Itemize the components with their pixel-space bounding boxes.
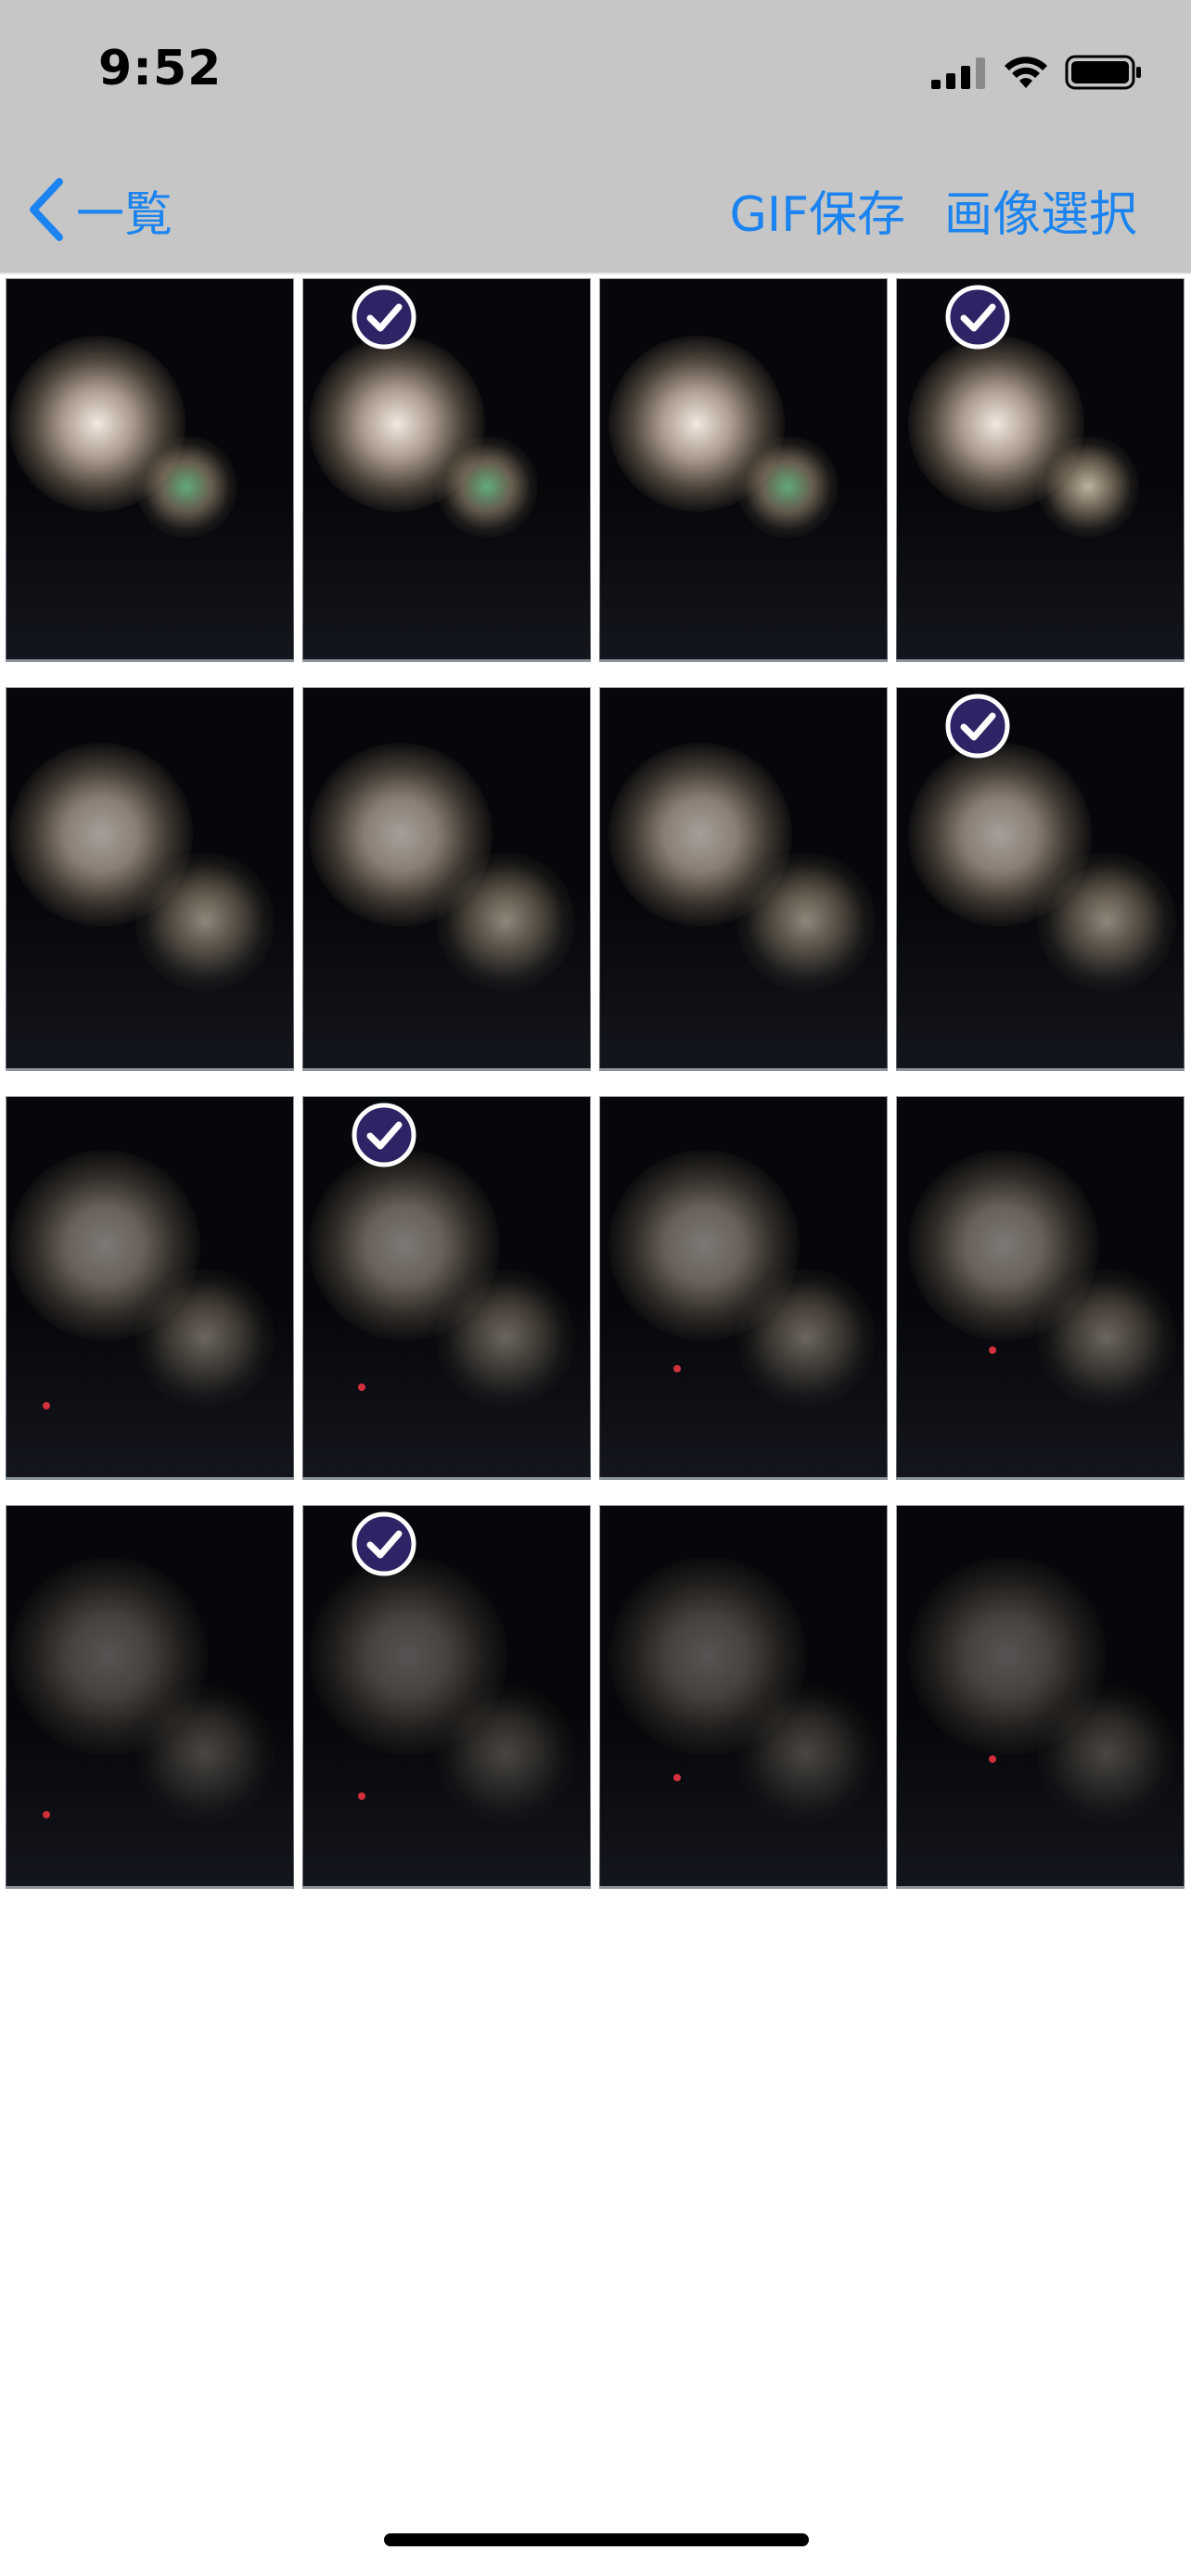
navigation-bar: 9:52 一覧 GIF保存 画像選択 <box>0 0 1191 273</box>
sky-gradient <box>302 1307 591 1480</box>
photo-thumbnail[interactable] <box>599 687 888 1071</box>
sky-gradient <box>599 1307 888 1480</box>
sky-gradient <box>302 898 591 1071</box>
photo-thumbnail[interactable] <box>302 687 591 1071</box>
red-spark <box>358 1384 365 1391</box>
photo-thumbnail[interactable] <box>896 1505 1185 1889</box>
photo-thumbnail[interactable] <box>599 1096 888 1480</box>
photo-thumbnail[interactable] <box>896 1096 1185 1480</box>
sky-gradient <box>896 898 1185 1071</box>
sky-gradient <box>6 1715 294 1889</box>
sky-gradient <box>599 898 888 1071</box>
photo-thumbnail[interactable] <box>6 278 294 662</box>
checkmark-icon <box>945 694 1010 759</box>
status-time: 9:52 <box>98 41 223 96</box>
select-images-button[interactable]: 画像選択 <box>944 175 1137 245</box>
red-spark <box>673 1365 681 1372</box>
sky-gradient <box>6 489 294 662</box>
photo-thumbnail[interactable] <box>6 1096 294 1480</box>
chevron-left-icon <box>30 178 63 241</box>
red-spark <box>989 1755 996 1763</box>
photo-thumbnail[interactable] <box>302 1096 591 1480</box>
sky-gradient <box>896 489 1185 662</box>
photo-thumbnail[interactable] <box>599 1505 888 1889</box>
sky-gradient <box>6 898 294 1071</box>
back-label: 一覧 <box>76 186 173 243</box>
checkmark-icon <box>352 285 416 350</box>
photo-thumbnail[interactable] <box>302 278 591 662</box>
red-spark <box>989 1346 996 1354</box>
back-button[interactable]: 一覧 <box>26 172 173 247</box>
red-spark <box>673 1774 681 1781</box>
sky-gradient <box>302 489 591 662</box>
photo-thumbnail[interactable] <box>6 687 294 1071</box>
red-spark <box>358 1792 365 1800</box>
checkmark-icon <box>352 1511 416 1576</box>
sky-gradient <box>6 1307 294 1480</box>
photo-thumbnail[interactable] <box>896 687 1185 1071</box>
photo-thumbnail[interactable] <box>896 278 1185 662</box>
nav-divider <box>0 273 1191 274</box>
sky-gradient <box>599 489 888 662</box>
cellular-signal-icon <box>931 57 985 89</box>
home-indicator[interactable] <box>384 2533 809 2546</box>
sky-gradient <box>896 1307 1185 1480</box>
checkmark-icon <box>945 285 1010 350</box>
red-spark <box>43 1811 50 1818</box>
photo-thumbnail[interactable] <box>6 1505 294 1889</box>
checkmark-icon <box>352 1103 416 1167</box>
sky-gradient <box>599 1715 888 1889</box>
status-icons <box>931 52 1143 93</box>
sky-gradient <box>302 1715 591 1889</box>
photo-thumbnail[interactable] <box>599 278 888 662</box>
battery-icon <box>1065 55 1141 90</box>
red-spark <box>43 1402 50 1409</box>
nav-actions: GIF保存 画像選択 <box>729 172 1137 247</box>
sky-gradient <box>896 1715 1185 1889</box>
thumbnail-grid <box>6 278 1185 1889</box>
save-gif-button[interactable]: GIF保存 <box>729 175 905 245</box>
photo-thumbnail[interactable] <box>302 1505 591 1889</box>
wifi-icon <box>1005 57 1047 88</box>
